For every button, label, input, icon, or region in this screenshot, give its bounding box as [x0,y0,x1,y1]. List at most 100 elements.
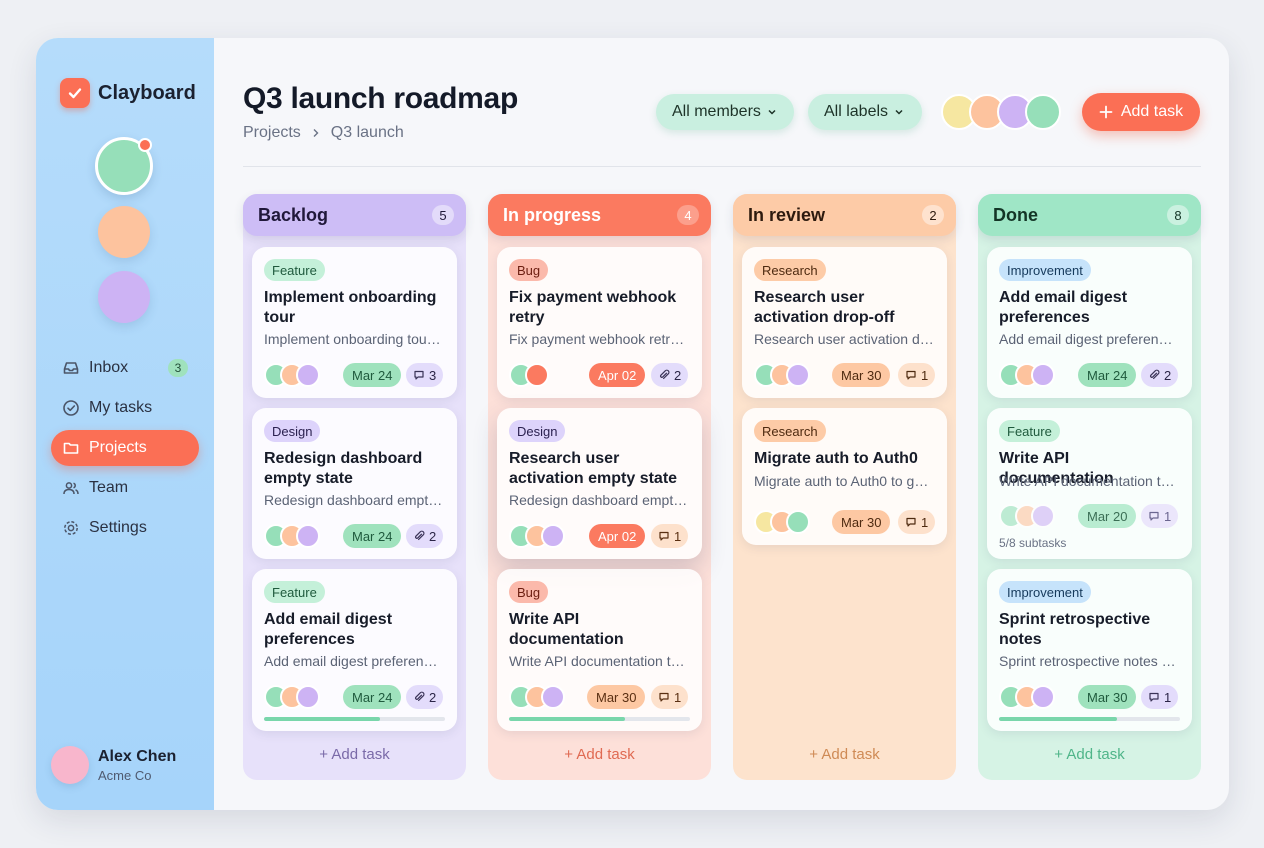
card-description: Add email digest preferenc… [264,653,444,669]
sidebar-item-label: Team [89,479,129,496]
due-date-pill: Mar 30 [832,510,891,534]
attachments-pill: 2 [406,524,444,548]
sidebar-item-team[interactable]: Team [51,470,199,506]
app-logo[interactable]: Clayboard [60,78,196,108]
check-circle-icon [63,400,79,416]
comment-icon [906,370,916,380]
task-card-dragging[interactable]: Design Research user activation empty st… [497,408,702,559]
sidebar-item-my-tasks[interactable]: My tasks [51,390,199,426]
workspace-avatar[interactable] [98,271,150,323]
labels-filter-dropdown[interactable]: All labels [808,94,922,130]
page-title: Q3 launch roadmap [243,82,518,115]
task-card[interactable]: Bug Fix payment webhook retry Fix paymen… [497,247,702,398]
filter-label: All labels [824,103,889,120]
tag-badge: Bug [509,259,549,281]
column-count-badge: 2 [922,205,944,225]
inbox-count-badge: 3 [168,359,188,377]
card-title: Fix payment webhook retry [509,289,677,326]
sidebar-item-label: Settings [89,519,147,536]
filter-label: All members [672,103,761,120]
add-task-label: Add task [821,746,880,763]
card-title: Sprint retrospective notes [999,611,1151,648]
chevron-down-icon [768,109,776,115]
avatar [1031,363,1055,387]
sidebar-item-settings[interactable]: Settings [51,510,199,546]
add-task-label: Add task [576,746,635,763]
column-done: Done 8 Improvement Add email digest pref… [978,194,1201,780]
task-card[interactable]: Research Research user activation drop-o… [742,247,947,398]
comments-pill: 1 [651,685,689,709]
sidebar-item-inbox[interactable]: Inbox 3 [51,350,199,386]
main-content: Q3 launch roadmap Projects Q3 launch All… [214,38,1229,810]
column-add-task-button[interactable]: + Add task [978,746,1201,763]
due-date-pill: Mar 24 [343,363,402,387]
comment-count: 3 [429,367,437,383]
card-title: Add email digest preferences [999,289,1128,326]
due-date-pill: Mar 30 [832,363,891,387]
due-date-pill: Mar 24 [343,685,402,709]
comment-count: 1 [921,514,929,530]
card-description: Redesign dashboard empty… [509,492,689,508]
due-date-pill: Mar 30 [1078,685,1137,709]
task-card[interactable]: Research Migrate auth to Auth0 Migrate a… [742,408,947,545]
workspace-avatar-active[interactable] [95,137,153,195]
comment-icon [906,517,916,527]
card-title: Redesign dashboard empty state [264,450,423,487]
attachments-pill: 2 [651,363,689,387]
tag-badge: Feature [264,581,325,603]
attachment-count: 2 [429,689,437,705]
breadcrumb-current: Q3 launch [330,124,404,141]
task-card[interactable]: Improvement Sprint retrospective notes S… [987,569,1192,731]
task-card[interactable]: Feature Implement onboarding tour Implem… [252,247,457,398]
members-filter-dropdown[interactable]: All members [656,94,794,130]
column-add-task-button[interactable]: + Add task [243,746,466,763]
subtasks-count: 5/8 subtasks [999,536,1067,550]
member-avatar[interactable] [1025,94,1061,130]
avatar [296,363,320,387]
task-card[interactable]: Feature Add email digest preferences Add… [252,569,457,731]
plus-icon: + [319,746,329,763]
comment-count: 1 [674,689,682,705]
column-title: In progress [503,204,602,225]
tag-badge: Research [754,420,826,442]
sidebar-item-projects[interactable]: Projects [51,430,199,466]
add-task-button[interactable]: Add task [1082,93,1200,131]
task-card[interactable]: Feature Write API documentation Write AP… [987,408,1192,559]
column-add-task-button[interactable]: + Add task [488,746,711,763]
paperclip-icon [659,369,670,380]
workspace-avatar[interactable] [98,206,150,258]
breadcrumb: Projects Q3 launch [243,124,404,142]
tag-badge: Improvement [999,259,1091,281]
breadcrumb-link-projects[interactable]: Projects [243,124,301,142]
column-add-task-button[interactable]: + Add task [733,746,956,763]
task-card[interactable]: Design Redesign dashboard empty state Re… [252,408,457,559]
user-org: Acme Co [98,767,152,783]
paperclip-icon [1149,369,1160,380]
app-name: Clayboard [98,81,196,104]
paperclip-icon [414,691,425,702]
due-date-pill: Mar 24 [1078,363,1137,387]
tag-badge: Design [264,420,321,442]
attachment-count: 2 [674,367,682,383]
tag-badge: Design [509,420,566,442]
divider [243,166,1201,167]
card-description: Write API documentation to… [509,653,689,669]
column-backlog: Backlog 5 Feature Implement onboarding t… [243,194,466,780]
task-card[interactable]: Bug Write API documentation Write API do… [497,569,702,731]
column-header: Done 8 [978,194,1201,236]
card-description: Research user activation dr… [754,331,934,347]
column-count-badge: 4 [677,205,699,225]
task-card[interactable]: Improvement Add email digest preferences… [987,247,1192,398]
column-header: In review 2 [733,194,956,236]
add-task-label: Add task [1120,103,1184,120]
due-date-pill: Apr 02 [589,524,646,548]
comment-icon [1149,692,1159,702]
sidebar-item-label: My tasks [89,399,153,416]
user-profile[interactable]: Alex Chen Acme Co [51,746,176,784]
sidebar: Clayboard Inbox 3 My tasks Projects Team [36,38,214,810]
column-title: Done [993,204,1038,225]
due-date-pill: Mar 24 [343,524,402,548]
column-in-review: In review 2 Research Research user activ… [733,194,956,780]
avatar [296,524,320,548]
card-title: Write API documentation [509,611,624,648]
